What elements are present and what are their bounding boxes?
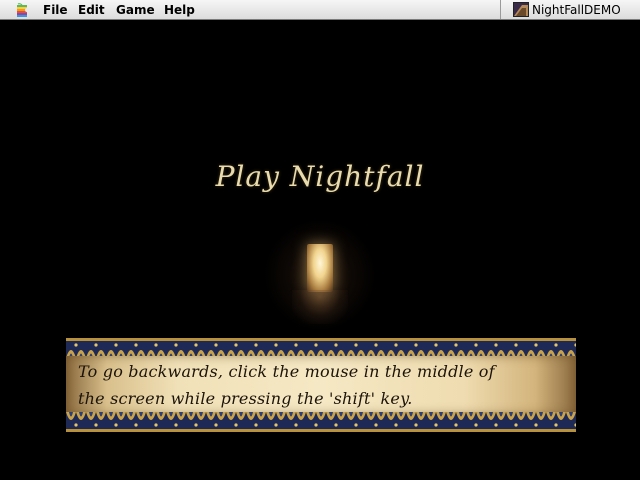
banner-top-border bbox=[66, 338, 576, 358]
menu-bar: File Edit Game Help NightFallDEMO bbox=[0, 0, 640, 20]
banner-bottom-border bbox=[66, 412, 576, 432]
lit-doorway[interactable] bbox=[307, 244, 333, 292]
screen: File Edit Game Help NightFallDEMO Play N… bbox=[0, 0, 640, 480]
app-name: NightFallDEMO bbox=[532, 3, 621, 17]
menu-edit[interactable]: Edit bbox=[78, 3, 105, 17]
apple-icon[interactable] bbox=[14, 2, 30, 18]
play-nightfall-button[interactable]: Play Nightfall bbox=[0, 160, 640, 193]
instruction-banner: To go backwards, click the mouse in the … bbox=[66, 338, 576, 432]
instruction-text: To go backwards, click the mouse in the … bbox=[78, 358, 568, 412]
instruction-line: the screen while pressing the 'shift' ke… bbox=[78, 389, 413, 408]
nightfall-app-icon bbox=[513, 2, 529, 17]
parchment-panel: To go backwards, click the mouse in the … bbox=[66, 356, 576, 414]
menu-game[interactable]: Game bbox=[116, 3, 155, 17]
game-view[interactable]: Play Nightfall To go backwards, click th… bbox=[0, 20, 640, 480]
application-menu[interactable]: NightFallDEMO bbox=[500, 0, 640, 19]
instruction-line: To go backwards, click the mouse in the … bbox=[78, 362, 495, 381]
floor-light bbox=[292, 290, 348, 324]
menu-help[interactable]: Help bbox=[164, 3, 195, 17]
menu-file[interactable]: File bbox=[43, 3, 68, 17]
